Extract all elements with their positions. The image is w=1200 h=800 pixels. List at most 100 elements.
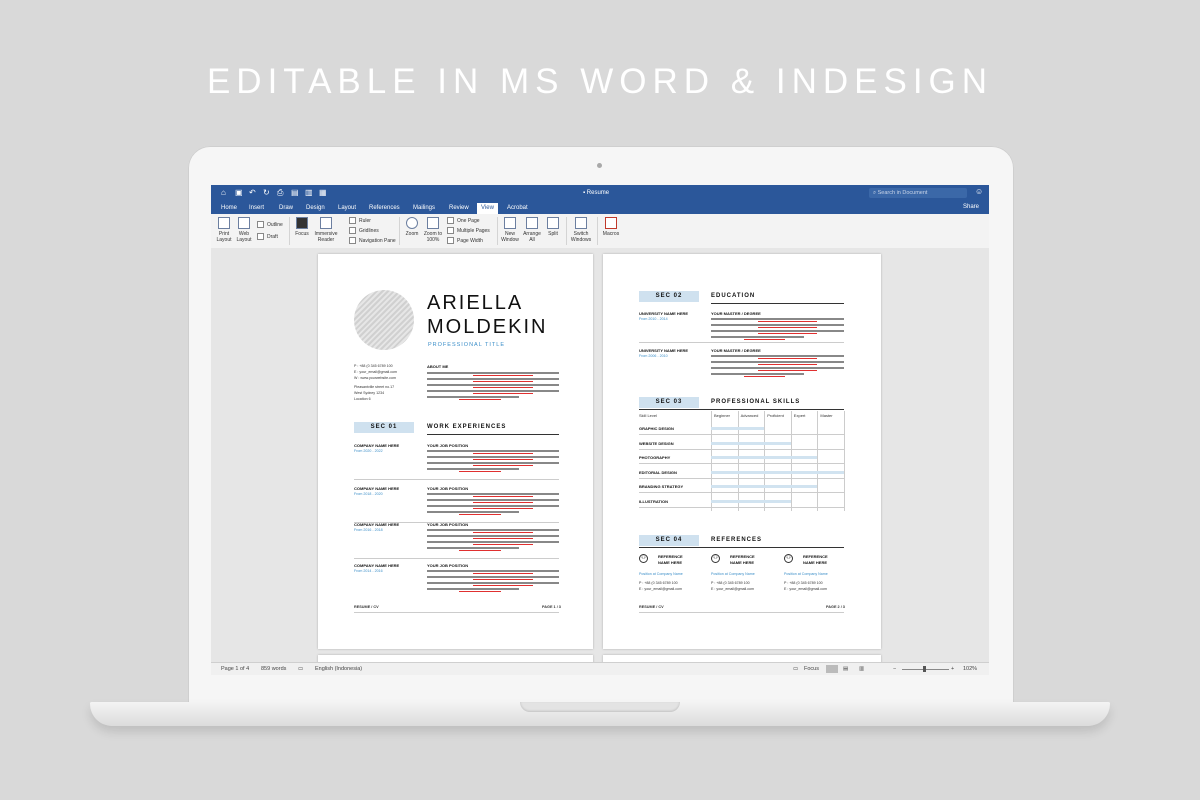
redo-icon[interactable]: ↻ (263, 189, 270, 197)
split-icon (547, 217, 559, 229)
switch-windows-button[interactable]: Switch Windows (569, 217, 593, 243)
skill-bar (711, 441, 791, 445)
tab-design[interactable]: Design (306, 204, 325, 212)
tab-home[interactable]: Home (221, 204, 237, 212)
outline-button[interactable]: Outline (257, 221, 283, 228)
job-dates: From 2018 - 2020 (354, 492, 383, 496)
multiple-pages-button[interactable]: Multiple Pages (447, 227, 490, 234)
print-layout-view-icon[interactable] (826, 665, 838, 673)
save-icon[interactable]: ▣ (235, 189, 243, 197)
ribbon-tabs: Home Insert Draw Design Layout References Mail… (211, 202, 989, 214)
job-dates: From 2016 - 2018 (354, 528, 383, 532)
language[interactable]: English (Indonesia) (315, 666, 362, 672)
section-badge: SEC 04 (639, 535, 699, 546)
quick-access-icon[interactable]: ▦ (319, 189, 327, 197)
address-line: Pleasantville street no.17 (354, 385, 395, 389)
skill-name: WEBSITE DESIGN (639, 440, 674, 446)
zoom-level[interactable]: 102% (963, 666, 977, 672)
tab-review[interactable]: Review (449, 204, 469, 212)
tab-draw[interactable]: Draw (279, 204, 293, 212)
word-count[interactable]: 859 words (261, 666, 286, 672)
grid-line (844, 411, 845, 511)
macros-label: Macros (602, 231, 620, 237)
navigation-pane-label: Navigation Pane (359, 237, 396, 244)
arrange-all-button[interactable]: Arrange All (522, 217, 542, 243)
job-dates: From 2014 - 2016 (354, 569, 383, 573)
proofing-icon[interactable]: ▭ (298, 666, 303, 672)
text-line (427, 582, 559, 584)
first-name: ARIELLA (427, 292, 524, 314)
document-title: ▪ Resume (583, 190, 609, 196)
web-layout-button[interactable]: Web Layout (235, 217, 253, 243)
text-line (711, 367, 844, 369)
split-label: Split (548, 231, 558, 237)
tab-layout[interactable]: Layout (338, 204, 356, 212)
zoom-button[interactable]: Zoom (403, 217, 421, 237)
footer-left: RESUME / CV (639, 605, 664, 609)
spellcheck-underline (473, 464, 533, 466)
tab-insert[interactable]: Insert (249, 204, 264, 212)
job-position: YOUR JOB POSITION (427, 522, 469, 527)
draft-label: Draft (267, 233, 278, 240)
spellcheck-underline (757, 332, 818, 334)
new-window-button[interactable]: New Window (500, 217, 520, 243)
focus-mode-label[interactable]: Focus (804, 666, 819, 672)
page-count[interactable]: Page 1 of 4 (221, 666, 249, 672)
text-line (427, 396, 520, 398)
zoom-out-button[interactable]: − (893, 666, 896, 672)
draft-button[interactable]: Draft (257, 233, 278, 240)
format-icon[interactable]: ▤ (291, 189, 299, 197)
one-page-label: One Page (457, 217, 480, 224)
laptop-notch (520, 702, 680, 712)
home-icon[interactable]: ⌂ (221, 189, 226, 197)
ribbon-separator (497, 217, 498, 245)
degree: YOUR MASTER / DEGREE (711, 348, 761, 353)
skills-title: PROFESSIONAL SKILLS (711, 399, 801, 405)
skill-level-beginner: Beginner (714, 413, 731, 418)
web-layout-view-icon[interactable]: ▥ (859, 666, 864, 672)
footer-rule (354, 612, 559, 613)
tab-acrobat[interactable]: Acrobat (507, 204, 528, 212)
contact-website: W : www.yourwebsite.com (354, 376, 396, 380)
spellcheck-underline (473, 572, 533, 574)
zoom-in-button[interactable]: + (951, 666, 954, 672)
skill-name: ILLUSTRATION (639, 498, 669, 504)
one-page-button[interactable]: One Page (447, 217, 480, 224)
macros-icon (605, 217, 617, 229)
zoom-100-button[interactable]: Zoom to 100% (422, 217, 444, 243)
section-rule (639, 547, 844, 548)
immersive-reader-button[interactable]: Immersive Reader (313, 217, 339, 243)
status-bar: Page 1 of 4 859 words ▭ English (Indones… (211, 662, 989, 675)
print-layout-button[interactable]: Print Layout (215, 217, 233, 243)
document-icon[interactable]: ▥ (305, 189, 313, 197)
print-icon[interactable]: ⎙ (277, 189, 283, 197)
profile-photo-placeholder[interactable] (354, 290, 414, 350)
spellcheck-underline (473, 374, 533, 376)
macros-button[interactable]: Macros (600, 217, 622, 237)
professional-title: PROFESSIONAL TITLE (428, 342, 505, 348)
row-divider (639, 463, 844, 464)
ruler-checkbox[interactable]: Ruler (349, 217, 371, 224)
tab-references[interactable]: References (369, 204, 400, 212)
tab-view[interactable]: View (477, 203, 498, 214)
search-input[interactable]: ⌕ Search in Document (869, 188, 967, 198)
grid-line (711, 411, 712, 511)
focus-button[interactable]: Focus (293, 217, 311, 237)
undo-icon[interactable]: ↶ (249, 189, 256, 197)
navigation-pane-checkbox[interactable]: Navigation Pane (349, 237, 396, 244)
reference-name: NAME HERE (658, 560, 683, 565)
document-area[interactable]: ARIELLA MOLDEKIN PROFESSIONAL TITLE P : … (211, 248, 989, 665)
share-button[interactable]: Share (963, 204, 979, 210)
zoom-slider-thumb[interactable] (923, 666, 926, 672)
focus-mode-icon[interactable]: ▭ (793, 666, 798, 672)
tab-mailings[interactable]: Mailings (413, 204, 435, 212)
read-mode-icon[interactable]: ▤ (843, 666, 848, 672)
account-icon[interactable]: ☺ (975, 188, 983, 196)
gridlines-checkbox[interactable]: Gridlines (349, 227, 379, 234)
reference-name: REFERENCE (803, 554, 828, 559)
split-button[interactable]: Split (544, 217, 562, 237)
grid-line (790, 411, 792, 511)
text-line (427, 468, 520, 470)
page-width-button[interactable]: Page Width (447, 237, 483, 244)
text-line (427, 450, 559, 452)
